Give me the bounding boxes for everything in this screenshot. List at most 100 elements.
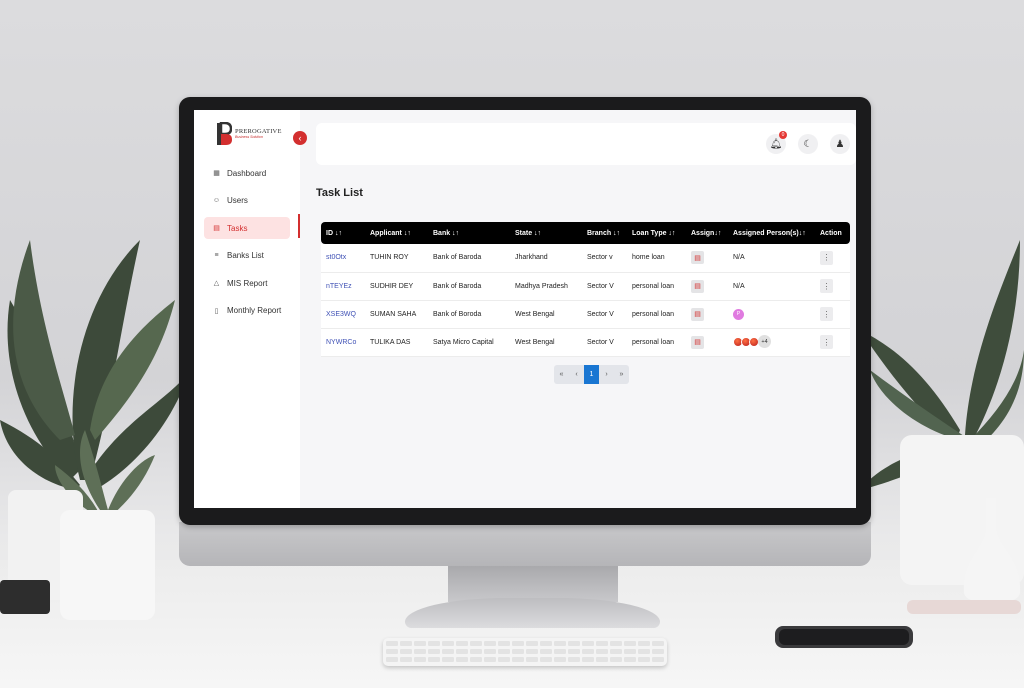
monitor-stand-base — [405, 598, 660, 628]
sidebar-item-monthly-report[interactable]: ▯ Monthly Report — [204, 300, 290, 322]
page-button-current[interactable]: 1 — [584, 365, 599, 384]
white-vase — [963, 498, 1021, 603]
top-bar: 🔔︎ 0 ☾ ♟ — [316, 123, 856, 165]
branch-cell: Sector V — [587, 338, 614, 346]
more-vertical-icon: ⋮ — [822, 337, 831, 347]
column-header-assign[interactable]: Assign↓↑ — [686, 222, 728, 244]
row-actions-button[interactable]: ⋮ — [820, 307, 833, 321]
sidebar-item-banks-list[interactable]: ≡ Banks List — [204, 245, 290, 267]
applicant-cell: TULIKA DAS — [370, 338, 411, 346]
state-cell: West Bengal — [515, 338, 555, 346]
sidebar-item-label: Monthly Report — [227, 306, 282, 315]
clipboard-icon: ▤ — [694, 339, 701, 346]
sidebar-item-mis-report[interactable]: △ MIS Report — [204, 272, 290, 294]
keyboard — [383, 638, 667, 666]
row-actions-button[interactable]: ⋮ — [820, 335, 833, 349]
more-persons-count: +4 — [758, 335, 771, 349]
profile-button[interactable]: ♟ — [830, 134, 850, 154]
sidebar-item-label: Banks List — [227, 251, 264, 260]
sidebar-item-label: Dashboard — [227, 168, 267, 178]
more-vertical-icon: ⋮ — [822, 309, 831, 319]
logo-subtitle: Business Solution — [235, 134, 263, 139]
bank-icon: ≡ — [214, 252, 219, 259]
sidebar-item-dashboard[interactable]: ▦ Dashboard — [204, 162, 290, 184]
user-icon: ♟ — [835, 138, 845, 150]
page-title: Task List — [316, 187, 363, 199]
sidebar-item-tasks[interactable]: ▤ Tasks — [204, 217, 290, 239]
clipboard-icon: ▤ — [694, 283, 701, 290]
task-id-link[interactable]: nTEYEz — [326, 283, 352, 290]
assigned-person-avatar[interactable]: P — [733, 308, 744, 320]
column-header-action: Action — [820, 229, 842, 237]
first-page-button[interactable]: « — [554, 365, 569, 384]
state-cell: West Bengal — [515, 310, 555, 318]
theme-toggle-button[interactable]: ☾ — [798, 134, 818, 154]
task-id-link[interactable]: NYWRCo — [326, 339, 356, 346]
table-header-row: ID ↓↑ Applicant ↓↑ Bank ↓↑ State ↓↑ Bran… — [321, 222, 850, 244]
brand-logo[interactable]: PREROGATIVE Business Solution — [216, 120, 300, 148]
assign-button[interactable]: ▤ — [691, 307, 704, 321]
assigned-persons-cell: N/A — [733, 282, 745, 290]
bank-cell: Bank of Baroda — [433, 282, 482, 290]
task-id-link[interactable]: st0Otx — [326, 254, 346, 261]
last-page-button[interactable]: » — [614, 365, 629, 384]
column-header-state[interactable]: State ↓↑ — [510, 222, 582, 244]
tablet-icon: ▯ — [214, 307, 219, 315]
sidebar-item-users[interactable]: ☺ Users — [204, 190, 290, 212]
next-page-button[interactable]: › — [599, 365, 614, 384]
column-header-bank[interactable]: Bank ↓↑ — [428, 222, 510, 244]
table-row: XSE3WQ SUMAN SAHA Bank of Boroda West Be… — [321, 300, 850, 328]
task-id-link[interactable]: XSE3WQ — [326, 311, 356, 318]
grid-icon: ▦ — [213, 170, 220, 177]
branch-cell: Sector V — [587, 310, 614, 318]
table-row: NYWRCo TULIKA DAS Satya Micro Capital We… — [321, 328, 850, 356]
chevron-left-icon: ‹ — [298, 133, 302, 143]
branch-cell: Sector V — [587, 282, 614, 290]
monitor-chin — [179, 522, 871, 566]
clipboard-icon: ▤ — [694, 254, 701, 262]
report-icon: △ — [213, 280, 220, 287]
loan-type-cell: personal loan — [632, 338, 675, 346]
speaker-gadget — [0, 580, 50, 614]
branch-cell: Sector v — [587, 254, 613, 262]
assign-button[interactable]: ▤ — [691, 251, 704, 265]
clipboard-icon: ▤ — [694, 311, 701, 318]
task-table: ID ↓↑ Applicant ↓↑ Bank ↓↑ State ↓↑ Bran… — [321, 222, 850, 357]
row-actions-button[interactable]: ⋮ — [820, 250, 833, 265]
app-screen: PREROGATIVE Business Solution ‹ ▦ Dashbo… — [194, 110, 856, 508]
state-cell: Madhya Pradesh — [515, 282, 568, 290]
column-header-applicant[interactable]: Applicant ↓↑ — [365, 222, 428, 244]
assigned-avatars-group[interactable]: +4 — [733, 335, 771, 349]
sidebar: PREROGATIVE Business Solution ‹ ▦ Dashbo… — [194, 110, 307, 508]
pagination: « ‹ 1 › » — [554, 365, 629, 384]
assign-button[interactable]: ▤ — [691, 279, 704, 293]
loan-type-cell: home loan — [632, 254, 665, 262]
prev-page-button[interactable]: ‹ — [569, 365, 584, 384]
applicant-cell: SUMAN SAHA — [370, 310, 417, 318]
sidebar-item-label: Tasks — [227, 223, 248, 233]
remote — [907, 600, 1021, 614]
bank-cell: Bank of Boroda — [433, 310, 482, 318]
monitor-stand — [448, 566, 618, 602]
bank-cell: Bank of Baroda — [433, 254, 482, 262]
notifications-button[interactable]: 🔔︎ 0 — [766, 131, 787, 154]
column-header-loan-type[interactable]: Loan Type ↓↑ — [627, 222, 686, 244]
main-content: 🔔︎ 0 ☾ ♟ Task List ID ↓↑ Applicant ↓↑ Ba… — [300, 110, 856, 508]
logo-icon — [217, 122, 232, 145]
loan-type-cell: personal loan — [632, 282, 675, 290]
sidebar-item-label: MIS Report — [227, 278, 268, 288]
table-row: st0Otx TUHIN ROY Bank of Baroda Jharkhan… — [321, 244, 850, 272]
state-cell: Jharkhand — [515, 254, 548, 262]
column-header-id[interactable]: ID ↓↑ — [321, 222, 365, 244]
more-vertical-icon: ⋮ — [822, 253, 831, 263]
collapse-sidebar-button[interactable]: ‹ — [293, 131, 307, 145]
assign-button[interactable]: ▤ — [691, 335, 704, 349]
loan-type-cell: personal loan — [632, 310, 675, 318]
row-actions-button[interactable]: ⋮ — [820, 279, 833, 293]
column-header-branch[interactable]: Branch ↓↑ — [582, 222, 627, 244]
clipboard-icon: ▤ — [213, 225, 220, 232]
notification-badge: 0 — [779, 131, 787, 139]
users-icon: ☺ — [212, 197, 221, 204]
column-header-assigned-persons[interactable]: Assigned Person(s)↓↑ — [728, 222, 815, 244]
more-vertical-icon: ⋮ — [822, 281, 831, 291]
